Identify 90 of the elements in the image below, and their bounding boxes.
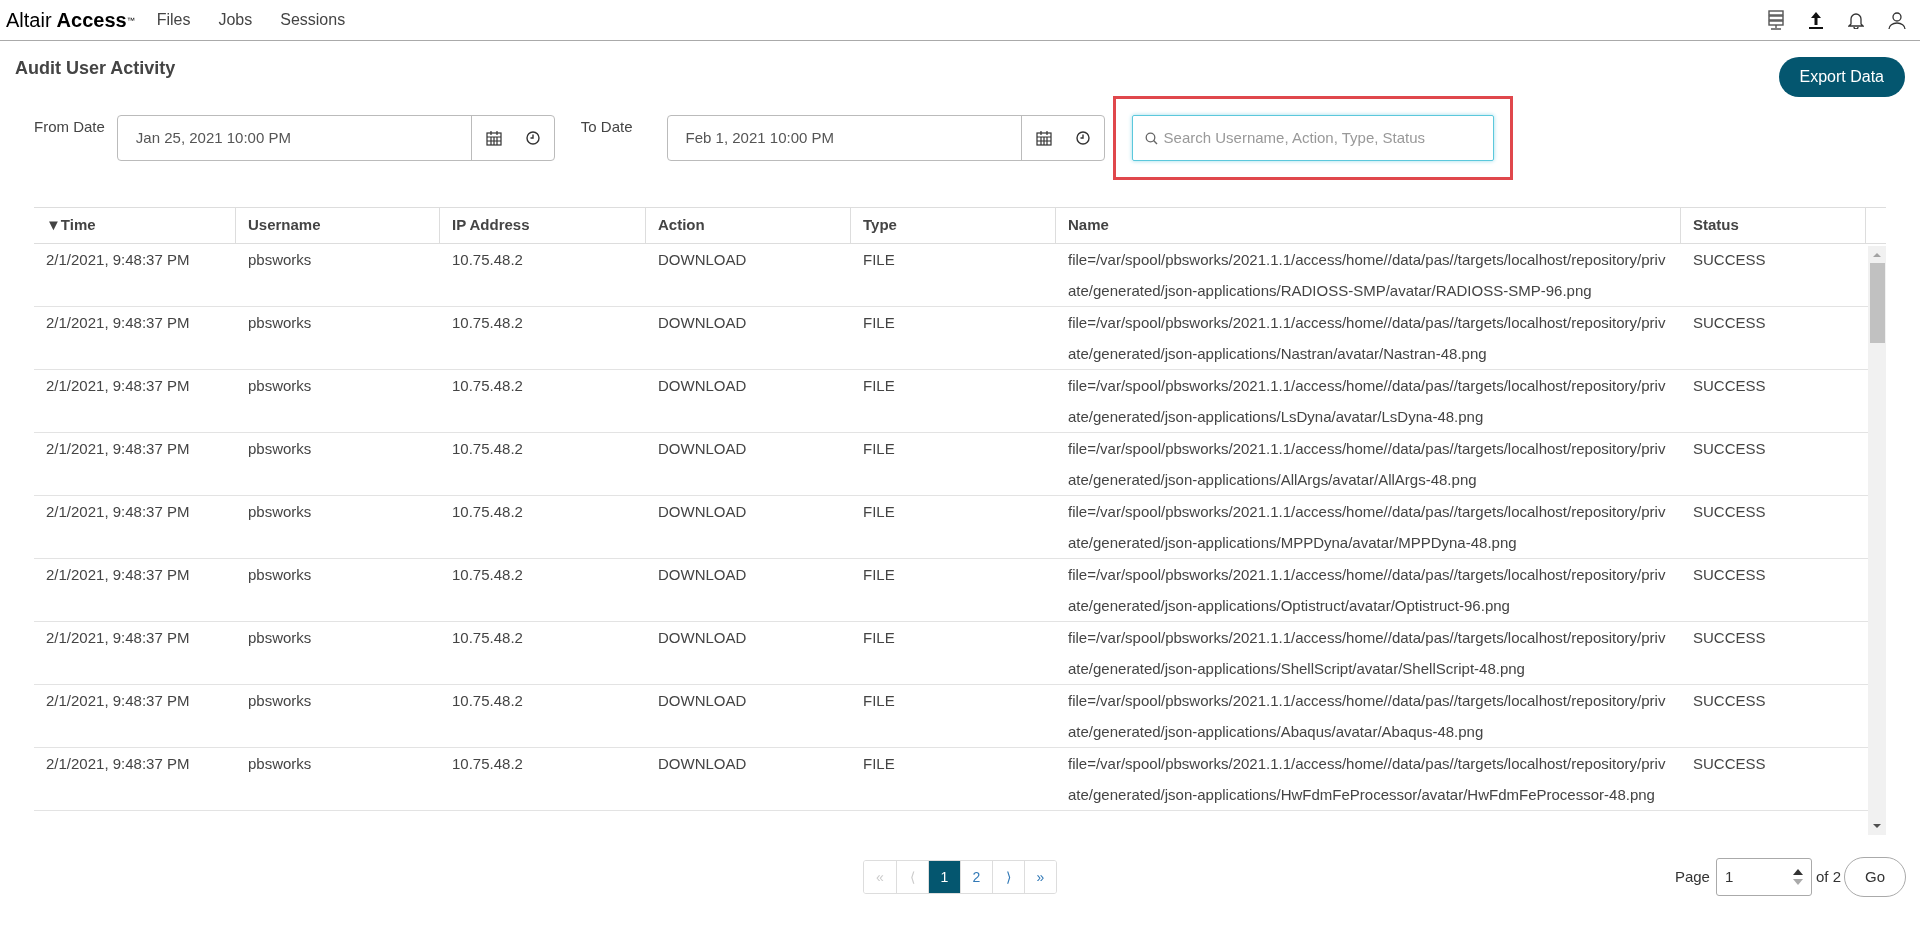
table-cell: DOWNLOAD (658, 314, 747, 331)
table-cell: 2/1/2021, 9:48:37 PM (46, 566, 190, 583)
table-cell: 10.75.48.2 (452, 629, 523, 646)
table-cell: DOWNLOAD (658, 377, 747, 394)
to-date-field[interactable]: Feb 1, 2021 10:00 PM (666, 115, 1105, 161)
table-cell: FILE (863, 251, 895, 268)
column-header[interactable]: Name (1068, 214, 1109, 237)
search-icon (1144, 131, 1158, 145)
table-cell: SUCCESS (1693, 566, 1766, 583)
table-cell: SUCCESS (1693, 503, 1766, 520)
from-date-field[interactable]: Jan 25, 2021 10:00 PM (116, 115, 555, 161)
table-cell: FILE (863, 440, 895, 457)
from-date-label: From Date (34, 117, 105, 137)
table-cell: pbsworks (248, 440, 312, 457)
column-header[interactable]: ▼Time (46, 214, 96, 237)
table-cell: SUCCESS (1693, 377, 1766, 394)
table-cell: FILE (863, 377, 895, 394)
page-button[interactable]: 1 (928, 861, 960, 893)
table-cell: 10.75.48.2 (452, 377, 523, 394)
page-label: Page (1674, 866, 1710, 887)
to-date-label: To Date (580, 117, 633, 137)
table-cell: 10.75.48.2 (452, 314, 523, 331)
table-cell: pbsworks (248, 692, 312, 709)
table-cell: DOWNLOAD (658, 692, 747, 709)
app-logo: Altair Access$^{™}$ (6, 8, 135, 33)
table-cell: 10.75.48.2 (452, 755, 523, 772)
table-cell: SUCCESS (1693, 692, 1766, 709)
table-cell: 2/1/2021, 9:48:37 PM (46, 503, 190, 520)
table-cell: pbsworks (248, 314, 312, 331)
bell-icon[interactable] (1848, 11, 1864, 29)
table-cell: FILE (863, 314, 895, 331)
table-cell: SUCCESS (1693, 629, 1766, 646)
calendar-icon[interactable] (1035, 130, 1052, 146)
table-cell: pbsworks (248, 503, 312, 520)
table-cell: FILE (863, 566, 895, 583)
increment-icon[interactable] (1792, 869, 1803, 875)
table-cell: 2/1/2021, 9:48:37 PM (46, 629, 190, 646)
table-cell: SUCCESS (1693, 755, 1766, 772)
nav-link[interactable]: Sessions (280, 8, 346, 32)
table-cell: pbsworks (248, 566, 312, 583)
user-icon[interactable] (1888, 11, 1906, 29)
table-cell: 2/1/2021, 9:48:37 PM (46, 440, 190, 457)
table-cell: 2/1/2021, 9:48:37 PM (46, 755, 190, 772)
scrollbar[interactable] (1868, 246, 1886, 835)
table-cell: FILE (863, 692, 895, 709)
table-cell: DOWNLOAD (658, 566, 747, 583)
page-button[interactable]: » (1024, 861, 1056, 893)
table-cell: DOWNLOAD (658, 503, 747, 520)
page-title: Audit User Activity (15, 57, 176, 80)
table-cell: 2/1/2021, 9:48:37 PM (46, 377, 190, 394)
table-cell: 10.75.48.2 (452, 566, 523, 583)
table-cell: DOWNLOAD (658, 251, 747, 268)
column-header[interactable]: Username (248, 214, 321, 237)
table-cell: SUCCESS (1693, 251, 1766, 268)
table-cell: DOWNLOAD (658, 629, 747, 646)
nav-link[interactable]: Jobs (218, 8, 253, 32)
page-number-field[interactable]: 1 (1715, 858, 1812, 896)
clock-icon[interactable] (1075, 131, 1090, 145)
server-icon[interactable] (1768, 10, 1784, 30)
table-cell: 10.75.48.2 (452, 503, 523, 520)
table-cell: pbsworks (248, 377, 312, 394)
table-cell: 10.75.48.2 (452, 251, 523, 268)
table-cell: DOWNLOAD (658, 755, 747, 772)
table-cell: SUCCESS (1693, 314, 1766, 331)
table-cell: 2/1/2021, 9:48:37 PM (46, 251, 190, 268)
table-cell: 2/1/2021, 9:48:37 PM (46, 314, 190, 331)
scrollbar-thumb[interactable] (1869, 263, 1885, 343)
table-cell: FILE (863, 503, 895, 520)
table-cell: pbsworks (248, 629, 312, 646)
table-cell: 10.75.48.2 (452, 440, 523, 457)
upload-icon[interactable] (1808, 11, 1824, 29)
column-header[interactable]: Type (863, 214, 897, 237)
export-data-button[interactable]: Export Data (1778, 57, 1905, 97)
nav-link[interactable]: Files (156, 8, 191, 32)
scroll-down-icon[interactable] (1872, 821, 1882, 831)
table-cell: 2/1/2021, 9:48:37 PM (46, 692, 190, 709)
file-path-cell: file=/var/spool/pbsworks/2021.1.1/access/home//data/pas//targets/localhost/repository/private/generated/json-applications/HwFdmFeProcessor/avatar/HwFdmFeProcessor-48.png (1068, 755, 1666, 803)
table-cell: DOWNLOAD (658, 440, 747, 457)
column-header[interactable]: Status (1693, 214, 1739, 237)
page-count: of 2 (1815, 866, 1841, 887)
table-cell: 10.75.48.2 (452, 692, 523, 709)
table-cell: FILE (863, 629, 895, 646)
table-cell: pbsworks (248, 251, 312, 268)
column-header[interactable]: Action (658, 214, 705, 237)
table-cell: FILE (863, 755, 895, 772)
column-header[interactable]: IP Address (452, 214, 530, 237)
clock-icon[interactable] (525, 131, 540, 145)
table-cell: SUCCESS (1693, 440, 1766, 457)
calendar-icon[interactable] (485, 130, 502, 146)
table-cell: pbsworks (248, 755, 312, 772)
